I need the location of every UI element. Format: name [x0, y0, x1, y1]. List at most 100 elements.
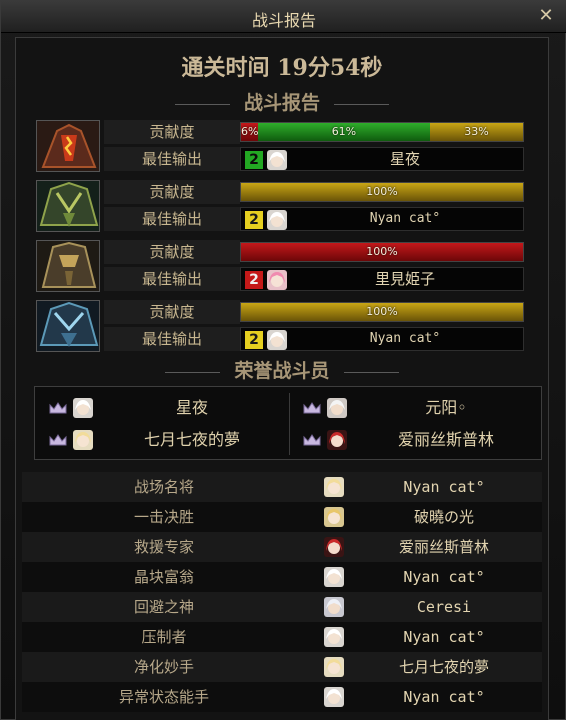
pink-hair-avatar	[267, 270, 287, 290]
award-title: 晶块富翁	[133, 568, 194, 586]
honor-member: 七月七夜的夢	[39, 425, 289, 455]
award-row: 晶块富翁 Nyan cat°	[22, 562, 542, 592]
award-winner: Nyan cat°	[403, 688, 485, 706]
crown-icon	[303, 402, 321, 414]
contribution-segment: 61%	[257, 123, 430, 141]
title-bar: 战斗报告 ✕	[1, 1, 566, 33]
green-armored-boss-icon	[36, 180, 100, 232]
award-winner: Nyan cat°	[403, 568, 485, 586]
honor-members-box: 星夜 元阳◦ 七月七夜的夢 爱丽丝斯普林	[34, 386, 542, 460]
best-output-label: 最佳输出	[104, 267, 240, 291]
award-row: 压制者 Nyan cat°	[22, 622, 542, 652]
best-output-label: 最佳输出	[104, 147, 240, 171]
honor-member-name: 元阳◦	[425, 398, 467, 417]
contribution-bar: 100%	[240, 182, 524, 202]
award-title: 战场名将	[133, 478, 194, 496]
contribution-bar: 100%	[240, 242, 524, 262]
award-title: 一击决胜	[133, 508, 194, 526]
white-hair-avatar	[267, 210, 287, 230]
contribution-line: 贡献度 100%	[104, 180, 540, 204]
best-output-line: 最佳输出 2 Nyan cat°	[104, 207, 540, 231]
blonde-avatar	[73, 430, 93, 450]
rank-badge: 2	[245, 331, 263, 349]
heading-divider	[334, 103, 389, 105]
award-row: 异常状态能手 Nyan cat°	[22, 682, 542, 712]
boss-row: 贡献度 100% 最佳输出 2 里見姫子	[36, 240, 540, 292]
boss-row: 贡献度 100% 最佳输出 2 Nyan cat°	[36, 300, 540, 352]
best-output-player: Nyan cat°	[369, 211, 441, 226]
contribution-line: 贡献度 100%	[104, 300, 540, 324]
white-hair-avatar	[267, 330, 287, 350]
white-hair-avatar	[327, 398, 347, 418]
rank-badge: 2	[245, 151, 263, 169]
best-output-line: 最佳输出 2 星夜	[104, 147, 540, 171]
white-hair-avatar	[324, 627, 344, 647]
battle-report-heading-text: 战斗报告	[243, 92, 320, 114]
best-output-box: 2 星夜	[240, 147, 524, 171]
bronze-armored-boss-icon	[36, 240, 100, 292]
contribution-label: 贡献度	[104, 120, 240, 144]
award-row: 救援专家 爱丽丝斯普林	[22, 532, 542, 562]
award-row: 回避之神 Ceresi	[22, 592, 542, 622]
white-hair-avatar	[324, 687, 344, 707]
best-output-label: 最佳输出	[104, 327, 240, 351]
contribution-segment: 6%	[241, 123, 258, 141]
award-winner: 破曉の光	[413, 508, 474, 526]
best-output-player: Nyan cat°	[369, 331, 441, 346]
battle-report-heading: 战斗报告	[16, 88, 548, 115]
contribution-segment: 33%	[429, 123, 523, 141]
heading-divider	[343, 371, 399, 373]
honor-member: 星夜	[39, 393, 289, 423]
close-button[interactable]: ✕	[535, 6, 557, 26]
award-title: 异常状态能手	[118, 688, 209, 706]
heading-divider	[174, 103, 230, 105]
best-output-player: 里見姫子	[374, 270, 435, 288]
contribution-segment: 100%	[241, 303, 523, 321]
award-title: 净化妙手	[133, 658, 194, 676]
contribution-label: 贡献度	[104, 300, 240, 324]
contribution-label: 贡献度	[104, 180, 240, 204]
best-output-line: 最佳输出 2 Nyan cat°	[104, 327, 540, 351]
honor-member-name: 爱丽丝斯普林	[397, 430, 494, 449]
red-hair-avatar	[324, 537, 344, 557]
boss-row: 贡献度 6% 61% 33% 最佳输出 2 星夜	[36, 120, 540, 172]
white-hair-avatar	[324, 567, 344, 587]
award-winner: 七月七夜的夢	[398, 658, 489, 676]
award-row: 战场名将 Nyan cat°	[22, 472, 542, 502]
honor-heading-text: 荣誉战斗员	[234, 360, 330, 382]
battle-report-window: 战斗报告 ✕ 通关时间 19分54秒 战斗报告 贡献度 6% 61% 33% 最…	[0, 0, 566, 720]
white-hair-avatar	[267, 150, 287, 170]
white-hair-avatar	[324, 597, 344, 617]
award-winner: Nyan cat°	[403, 478, 485, 496]
contribution-bar: 100%	[240, 302, 524, 322]
award-row: 一击决胜 破曉の光	[22, 502, 542, 532]
contribution-label: 贡献度	[104, 240, 240, 264]
best-output-box: 2 Nyan cat°	[240, 207, 524, 231]
crown-icon	[49, 402, 67, 414]
award-title: 救援专家	[133, 538, 194, 556]
white-hair-avatar	[73, 398, 93, 418]
honor-heading: 荣誉战斗员	[16, 356, 548, 383]
award-row: 净化妙手 七月七夜的夢	[22, 652, 542, 682]
award-winner: Ceresi	[416, 598, 472, 616]
boss-row: 贡献度 100% 最佳输出 2 Nyan cat°	[36, 180, 540, 232]
crown-icon	[49, 434, 67, 446]
crown-icon	[303, 434, 321, 446]
best-output-player: 星夜	[389, 150, 420, 168]
award-title: 回避之神	[133, 598, 194, 616]
award-title: 压制者	[141, 628, 187, 646]
blonde-avatar	[324, 477, 344, 497]
contribution-bar: 6% 61% 33%	[240, 122, 524, 142]
award-winner: 爱丽丝斯普林	[398, 538, 489, 556]
rank-badge: 2	[245, 211, 263, 229]
best-output-label: 最佳输出	[104, 207, 240, 231]
best-output-line: 最佳输出 2 里見姫子	[104, 267, 540, 291]
heading-divider	[165, 371, 221, 373]
best-output-box: 2 里見姫子	[240, 267, 524, 291]
contribution-line: 贡献度 100%	[104, 240, 540, 264]
window-title: 战斗报告	[251, 11, 316, 30]
clear-time: 通关时间 19分54秒	[181, 55, 383, 81]
blue-armored-boss-icon	[36, 300, 100, 352]
blonde-avatar	[324, 507, 344, 527]
award-winner: Nyan cat°	[403, 628, 485, 646]
